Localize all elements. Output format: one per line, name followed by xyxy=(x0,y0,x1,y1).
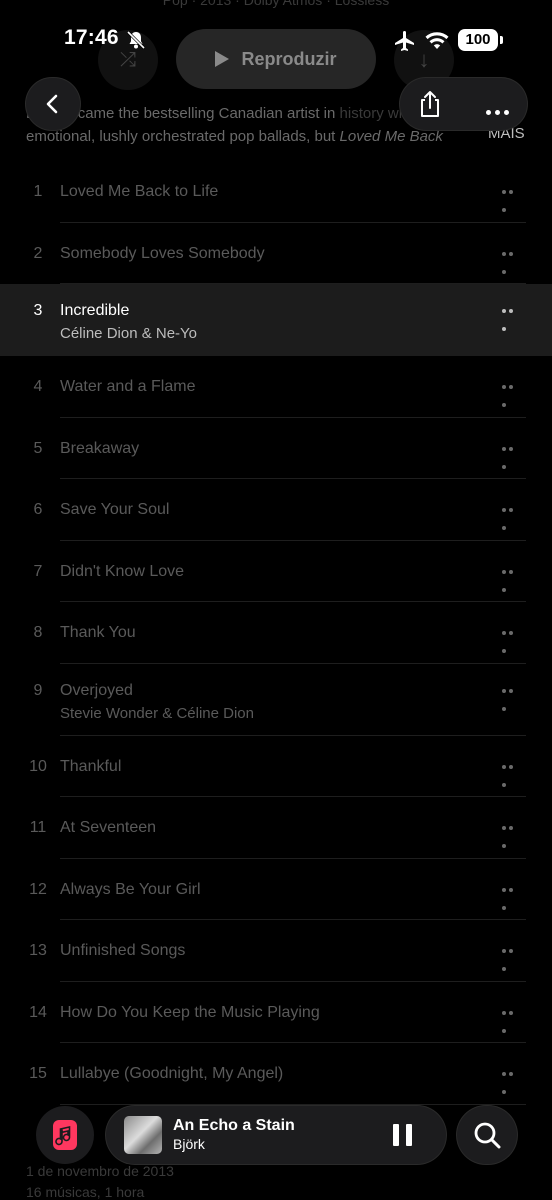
track-title: Didn't Know Love xyxy=(60,562,185,580)
track-more-icon[interactable] xyxy=(502,508,522,530)
track-artist: Stevie Wonder & Céline Dion xyxy=(60,704,254,722)
music-app-button[interactable] xyxy=(36,1106,94,1164)
track-title: Unfinished Songs xyxy=(60,942,186,959)
track-row[interactable]: 4 Water and a Flame xyxy=(0,356,552,418)
track-more-icon[interactable] xyxy=(502,688,522,711)
status-time: 17:46 xyxy=(64,26,119,49)
track-title: Always Be Your Girl xyxy=(60,880,201,898)
search-icon xyxy=(474,1122,501,1149)
track-number: 8 xyxy=(33,624,43,641)
track-title: Loved Me Back to Life xyxy=(60,183,219,200)
chevron-left-icon xyxy=(46,94,58,114)
track-number: 9 xyxy=(33,681,43,699)
track-row[interactable]: 2 Somebody Loves Somebody xyxy=(0,223,552,284)
album-actions xyxy=(400,78,527,130)
track-more-icon[interactable] xyxy=(502,190,522,212)
track-more-icon[interactable] xyxy=(502,887,522,910)
track-title: Save Your Soul xyxy=(60,501,170,518)
track-title: How Do You Keep the Music Playing xyxy=(60,1003,320,1021)
mini-player[interactable]: An Echo a Stain Björk xyxy=(106,1106,446,1164)
track-more-icon[interactable] xyxy=(502,446,522,469)
track-more-icon[interactable] xyxy=(502,569,522,592)
track-number: 4 xyxy=(33,378,43,395)
release-date: 1 de novembro de 2013 xyxy=(26,1163,174,1179)
track-row[interactable]: 1 Loved Me Back to Life xyxy=(0,161,552,223)
track-title: Thank You xyxy=(60,624,136,641)
now-playing-title: An Echo a Stain xyxy=(173,1117,295,1134)
track-title: Thankful xyxy=(60,757,122,775)
now-playing-artwork xyxy=(124,1116,162,1154)
description-italic: Loved Me Back xyxy=(339,128,443,145)
track-number: 13 xyxy=(29,942,47,959)
track-row[interactable]: 5 Breakaway xyxy=(0,418,552,479)
track-row[interactable]: 10 Thankful xyxy=(0,736,552,797)
track-number: 1 xyxy=(33,183,43,200)
battery-indicator: 100 xyxy=(458,29,498,51)
now-playing-artist: Björk xyxy=(173,1136,205,1152)
battery-tip xyxy=(500,36,503,44)
track-more-icon[interactable] xyxy=(502,1072,522,1094)
track-title: Overjoyed xyxy=(60,681,133,699)
search-button[interactable] xyxy=(457,1106,517,1164)
track-row[interactable]: 3 Incredible Céline Dion & Ne-Yo xyxy=(0,284,552,356)
track-number: 6 xyxy=(33,501,43,518)
track-row[interactable]: 14 How Do You Keep the Music Playing xyxy=(0,982,552,1043)
track-number: 12 xyxy=(29,880,47,898)
track-row[interactable]: 15 Lullabye (Goodnight, My Angel) xyxy=(0,1043,552,1105)
track-title: Water and a Flame xyxy=(60,378,196,395)
track-number: 11 xyxy=(29,819,47,836)
track-more-icon[interactable] xyxy=(502,1010,522,1033)
track-title: At Seventeen xyxy=(60,819,157,836)
track-row[interactable]: 9 Overjoyed Stevie Wonder & Céline Dion xyxy=(0,664,552,736)
silent-bell-icon xyxy=(126,30,146,50)
track-list: 1 Loved Me Back to Life 2 Somebody Loves So… xyxy=(0,161,552,1105)
track-title: Lullabye (Goodnight, My Angel) xyxy=(60,1065,284,1082)
more-options-icon[interactable] xyxy=(486,102,513,120)
track-number: 15 xyxy=(29,1065,47,1082)
track-artist: Céline Dion & Ne-Yo xyxy=(60,325,198,342)
row-divider xyxy=(60,1103,526,1105)
track-number: 10 xyxy=(29,757,47,775)
track-row[interactable]: 12 Always Be Your Girl xyxy=(0,859,552,920)
track-number: 7 xyxy=(33,562,43,580)
track-title: Breakaway xyxy=(60,439,140,457)
track-number: 5 xyxy=(33,439,43,457)
track-number: 3 xyxy=(33,302,43,319)
track-more-icon[interactable] xyxy=(502,949,522,971)
airplane-icon xyxy=(395,31,414,51)
track-title: Incredible xyxy=(60,302,130,319)
wifi-icon xyxy=(425,32,449,49)
track-row[interactable]: 8 Thank You xyxy=(0,602,552,664)
track-row[interactable]: 11 At Seventeen xyxy=(0,797,552,859)
track-row[interactable]: 13 Unfinished Songs xyxy=(0,920,552,982)
track-number: 2 xyxy=(33,244,43,262)
share-icon[interactable] xyxy=(416,89,444,119)
description-line-2: emotional, lushly orchestrated pop balla… xyxy=(26,128,336,145)
track-more-icon[interactable] xyxy=(502,764,522,787)
track-row[interactable]: 7 Didn't Know Love xyxy=(0,541,552,602)
track-row[interactable]: 6 Save Your Soul xyxy=(0,479,552,541)
track-more-icon[interactable] xyxy=(502,631,522,653)
track-title: Somebody Loves Somebody xyxy=(60,244,265,262)
track-more-icon[interactable] xyxy=(502,309,522,331)
track-more-icon[interactable] xyxy=(502,385,522,407)
track-more-icon[interactable] xyxy=(502,251,522,274)
status-bar: 17:46 100 xyxy=(0,0,552,80)
pause-icon[interactable] xyxy=(393,1124,413,1146)
album-summary: 16 músicas, 1 hora xyxy=(26,1184,145,1200)
track-more-icon[interactable] xyxy=(502,826,522,848)
track-number: 14 xyxy=(29,1003,47,1021)
music-note-icon xyxy=(53,1120,77,1150)
back-button[interactable] xyxy=(26,78,80,130)
